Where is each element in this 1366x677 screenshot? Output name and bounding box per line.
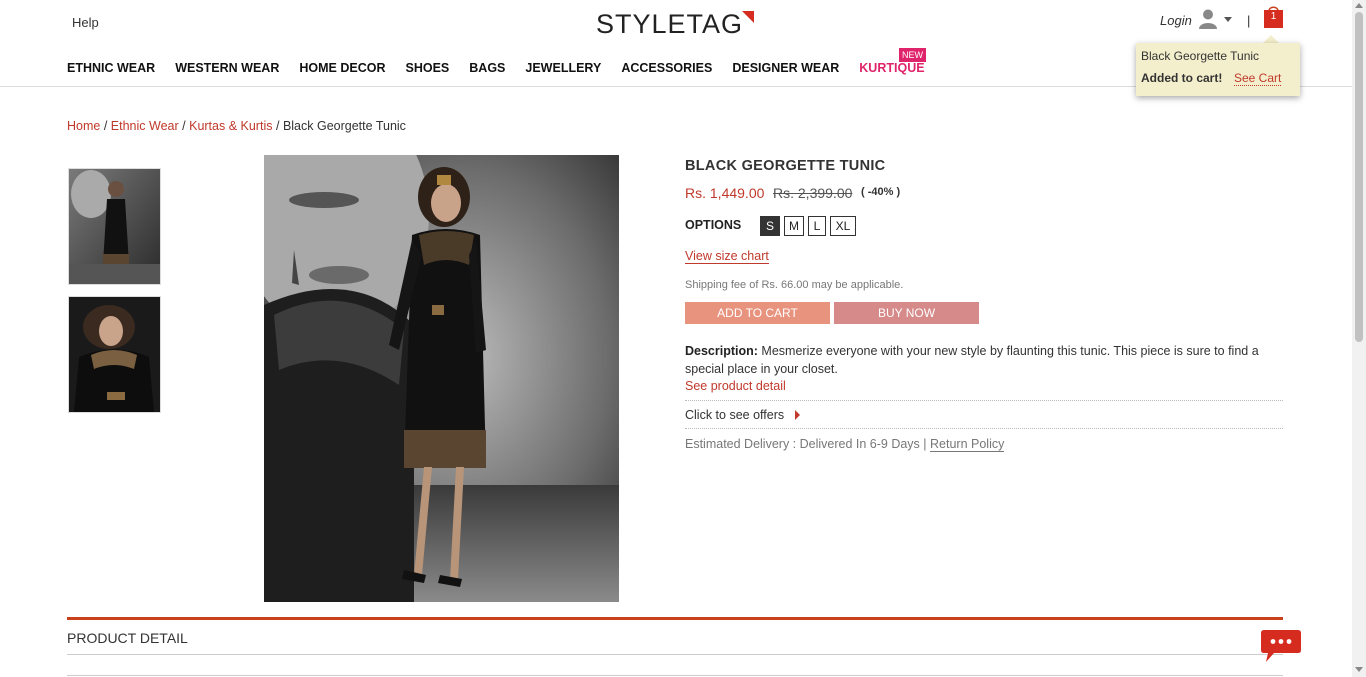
- breadcrumb-current: Black Georgette Tunic: [282, 119, 406, 133]
- section-divider: [67, 617, 1283, 620]
- return-policy-link[interactable]: Return Policy: [930, 437, 1005, 452]
- nav-home-decor[interactable]: HOME DECOR: [299, 61, 385, 77]
- nav-accessories[interactable]: ACCESSORIES: [621, 61, 712, 77]
- discount-badge: ( -40% ): [861, 186, 901, 198]
- breadcrumb-kurtas[interactable]: Kurtas & Kurtis: [189, 119, 272, 133]
- delivery-info: Estimated Delivery : Delivered In 6-9 Da…: [685, 437, 1005, 452]
- section-divider: [67, 675, 1283, 676]
- cart-count-badge[interactable]: 1: [1264, 11, 1283, 22]
- options-label: OPTIONS: [685, 218, 742, 232]
- product-description: Description: Mesmerize everyone with you…: [685, 342, 1285, 378]
- chat-icon[interactable]: [1260, 628, 1302, 664]
- popup-product-name: Black Georgette Tunic: [1141, 49, 1260, 63]
- size-option-xl[interactable]: XL: [830, 216, 856, 236]
- chevron-right-icon[interactable]: [795, 410, 800, 420]
- header-separator: |: [1247, 13, 1251, 28]
- view-size-chart-link[interactable]: View size chart: [685, 250, 769, 264]
- divider: [685, 400, 1283, 401]
- nav-kurtique[interactable]: KURTIQUE: [859, 61, 924, 77]
- logo-flag-icon: [742, 11, 754, 23]
- see-cart-link[interactable]: See Cart: [1234, 71, 1282, 86]
- product-title: BLACK GEORGETTE TUNIC: [685, 158, 886, 174]
- login-link[interactable]: Login: [1160, 13, 1192, 28]
- size-option-s[interactable]: S: [760, 216, 780, 236]
- product-thumbnail-2[interactable]: [68, 296, 161, 413]
- buy-now-button[interactable]: BUY NOW: [834, 302, 979, 324]
- breadcrumb-ethnic-wear[interactable]: Ethnic Wear: [111, 119, 179, 133]
- main-nav: ETHNIC WEAR WESTERN WEAR HOME DECOR SHOE…: [67, 61, 945, 77]
- popup-added-text: Added to cart!: [1141, 71, 1223, 85]
- product-mrp: Rs. 2,399.00: [773, 185, 853, 201]
- scroll-down-icon[interactable]: [1355, 667, 1363, 672]
- product-main-image[interactable]: [264, 155, 619, 602]
- add-to-cart-button[interactable]: ADD TO CART: [685, 302, 830, 324]
- nav-ethnic-wear[interactable]: ETHNIC WEAR: [67, 61, 155, 77]
- shipping-note: Shipping fee of Rs. 66.00 may be applica…: [685, 279, 904, 291]
- breadcrumb-sep: /: [103, 119, 108, 133]
- styletag-logo[interactable]: STYLETAG: [596, 8, 758, 40]
- section-divider: [67, 654, 1283, 655]
- breadcrumb-sep: /: [182, 119, 186, 133]
- product-price: Rs. 1,449.00: [685, 185, 765, 201]
- nav-bags[interactable]: BAGS: [469, 61, 505, 77]
- breadcrumb: Home / Ethnic Wear / Kurtas & Kurtis / B…: [67, 119, 406, 133]
- user-icon[interactable]: [1199, 9, 1217, 29]
- nav-shoes[interactable]: SHOES: [406, 61, 450, 77]
- product-detail-heading[interactable]: PRODUCT DETAIL: [67, 630, 188, 646]
- size-option-m[interactable]: M: [784, 216, 804, 236]
- nav-jewellery[interactable]: JEWELLERY: [525, 61, 601, 77]
- new-badge: NEW: [899, 48, 926, 62]
- scrollbar-thumb[interactable]: [1355, 12, 1363, 342]
- divider: [685, 428, 1283, 429]
- description-label: Description:: [685, 344, 758, 358]
- breadcrumb-sep: /: [275, 119, 280, 133]
- help-link[interactable]: Help: [72, 15, 99, 30]
- size-option-l[interactable]: L: [808, 216, 826, 236]
- logo-text: STYLETAG: [596, 9, 744, 39]
- see-product-detail-link[interactable]: See product detail: [685, 379, 786, 393]
- scroll-up-icon[interactable]: [1355, 3, 1363, 8]
- breadcrumb-home[interactable]: Home: [67, 119, 100, 133]
- delivery-text: Estimated Delivery : Delivered In 6-9 Da…: [685, 437, 927, 451]
- product-thumbnail-1[interactable]: [68, 168, 161, 285]
- chevron-down-icon[interactable]: [1224, 17, 1232, 22]
- nav-western-wear[interactable]: WESTERN WEAR: [175, 61, 279, 77]
- see-offers-link[interactable]: Click to see offers: [685, 408, 784, 422]
- description-text: Mesmerize everyone with your new style b…: [685, 344, 1259, 376]
- nav-designer-wear[interactable]: DESIGNER WEAR: [732, 61, 839, 77]
